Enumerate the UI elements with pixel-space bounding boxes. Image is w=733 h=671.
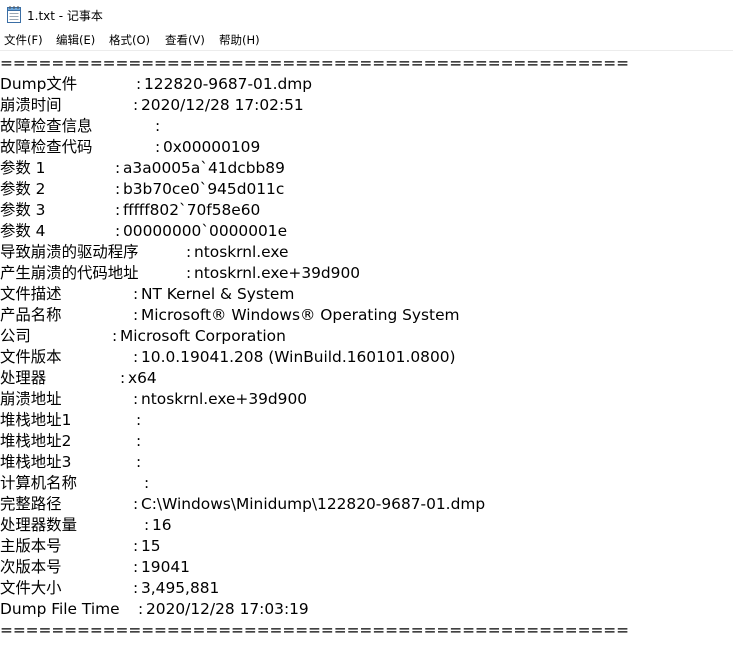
window-title: 1.txt - 记事本 [27,9,103,23]
field-value: 00000000`0000001e [123,222,288,240]
text-editor-area[interactable]: ========================================… [0,51,733,671]
field-value: 2020/12/28 17:02:51 [141,96,304,114]
menu-item-0[interactable]: 文件(F) [4,32,43,48]
field-label: 参数 3 [0,201,46,219]
menu-item-4[interactable]: 帮助(H) [219,32,260,48]
field-separator: : [133,306,139,324]
field-value: C:\Windows\Minidump\122820-9687-01.dmp [141,495,486,513]
field-separator: : [120,369,126,387]
field-separator: : [155,117,161,135]
field-label: 故障检查信息 [0,117,93,135]
notepad-icon [7,6,21,23]
notepad-window: 1.txt - 记事本 文件(F) 编辑(E) 格式(O) 查看(V) 帮助(H) ==… [0,0,733,671]
field-separator: : [112,327,118,345]
field-separator: : [115,180,121,198]
field-label: 处理器 [0,369,47,387]
field-value: 122820-9687-01.dmp [144,75,313,93]
field-label: Dump文件 [0,75,78,93]
field-value: x64 [128,369,157,387]
field-label: 参数 4 [0,222,46,240]
field-separator: : [133,558,139,576]
field-value: 3,495,881 [141,579,220,597]
field-label: 完整路径 [0,495,62,513]
field-separator: : [115,201,121,219]
field-label: 产生崩溃的代码地址 [0,264,139,282]
field-label: 文件描述 [0,285,62,303]
separator-line-top: ========================================… [0,54,629,72]
field-label: 故障检查代码 [0,138,93,156]
field-value: Microsoft® Windows® Operating System [141,306,460,324]
field-separator: : [155,138,161,156]
field-value: 16 [152,516,172,534]
field-label: 计算机名称 [0,474,77,492]
field-value: b3b70ce0`945d011c [123,180,285,198]
field-separator: : [136,411,142,429]
field-value: fffff802`70f58e60 [123,201,261,219]
field-value: ntoskrnl.exe [194,243,289,261]
field-value: 2020/12/28 17:03:19 [146,600,309,618]
field-label: 导致崩溃的驱动程序 [0,243,139,261]
field-label: 参数 1 [0,159,46,177]
field-separator: : [115,222,121,240]
field-label: 参数 2 [0,180,46,198]
separator-line-bottom: ========================================… [0,621,629,639]
field-value: NT Kernel & System [141,285,295,303]
field-label: 文件大小 [0,579,62,597]
field-label: 产品名称 [0,306,62,324]
field-label: 处理器数量 [0,516,77,534]
field-separator: : [133,96,139,114]
menu-bar: 文件(F) 编辑(E) 格式(O) 查看(V) 帮助(H) [0,30,733,51]
field-value: 0x00000109 [163,138,261,156]
field-separator: : [133,579,139,597]
title-bar: 1.txt - 记事本 [0,0,733,30]
field-separator: : [133,285,139,303]
field-separator: : [133,537,139,555]
field-label: 堆栈地址3 [0,453,72,471]
field-value: ntoskrnl.exe+39d900 [194,264,361,282]
field-value: Microsoft Corporation [120,327,286,345]
field-value: 19041 [141,558,190,576]
field-separator: : [136,453,142,471]
field-label: 文件版本 [0,348,62,366]
field-separator: : [186,264,192,282]
field-label: 堆栈地址1 [0,411,72,429]
field-separator: : [133,348,139,366]
field-separator: : [144,474,150,492]
field-separator: : [144,516,150,534]
field-separator: : [136,432,142,450]
field-separator: : [133,390,139,408]
menu-item-2[interactable]: 格式(O) [109,32,150,48]
field-label: 堆栈地址2 [0,432,72,450]
menu-item-3[interactable]: 查看(V) [165,32,205,48]
field-separator: : [186,243,192,261]
field-value: a3a0005a`41dcbb89 [123,159,285,177]
field-label: Dump File Time [0,600,120,618]
field-label: 崩溃地址 [0,390,62,408]
field-label: 主版本号 [0,537,62,555]
field-label: 公司 [0,327,31,345]
field-separator: : [133,495,139,513]
field-label: 崩溃时间 [0,96,62,114]
field-value: 10.0.19041.208 (WinBuild.160101.0800) [141,348,456,366]
field-separator: : [115,159,121,177]
field-separator: : [136,75,142,93]
field-separator: : [138,600,144,618]
field-label: 次版本号 [0,558,62,576]
field-value: ntoskrnl.exe+39d900 [141,390,308,408]
field-value: 15 [141,537,161,555]
menu-item-1[interactable]: 编辑(E) [56,32,95,48]
